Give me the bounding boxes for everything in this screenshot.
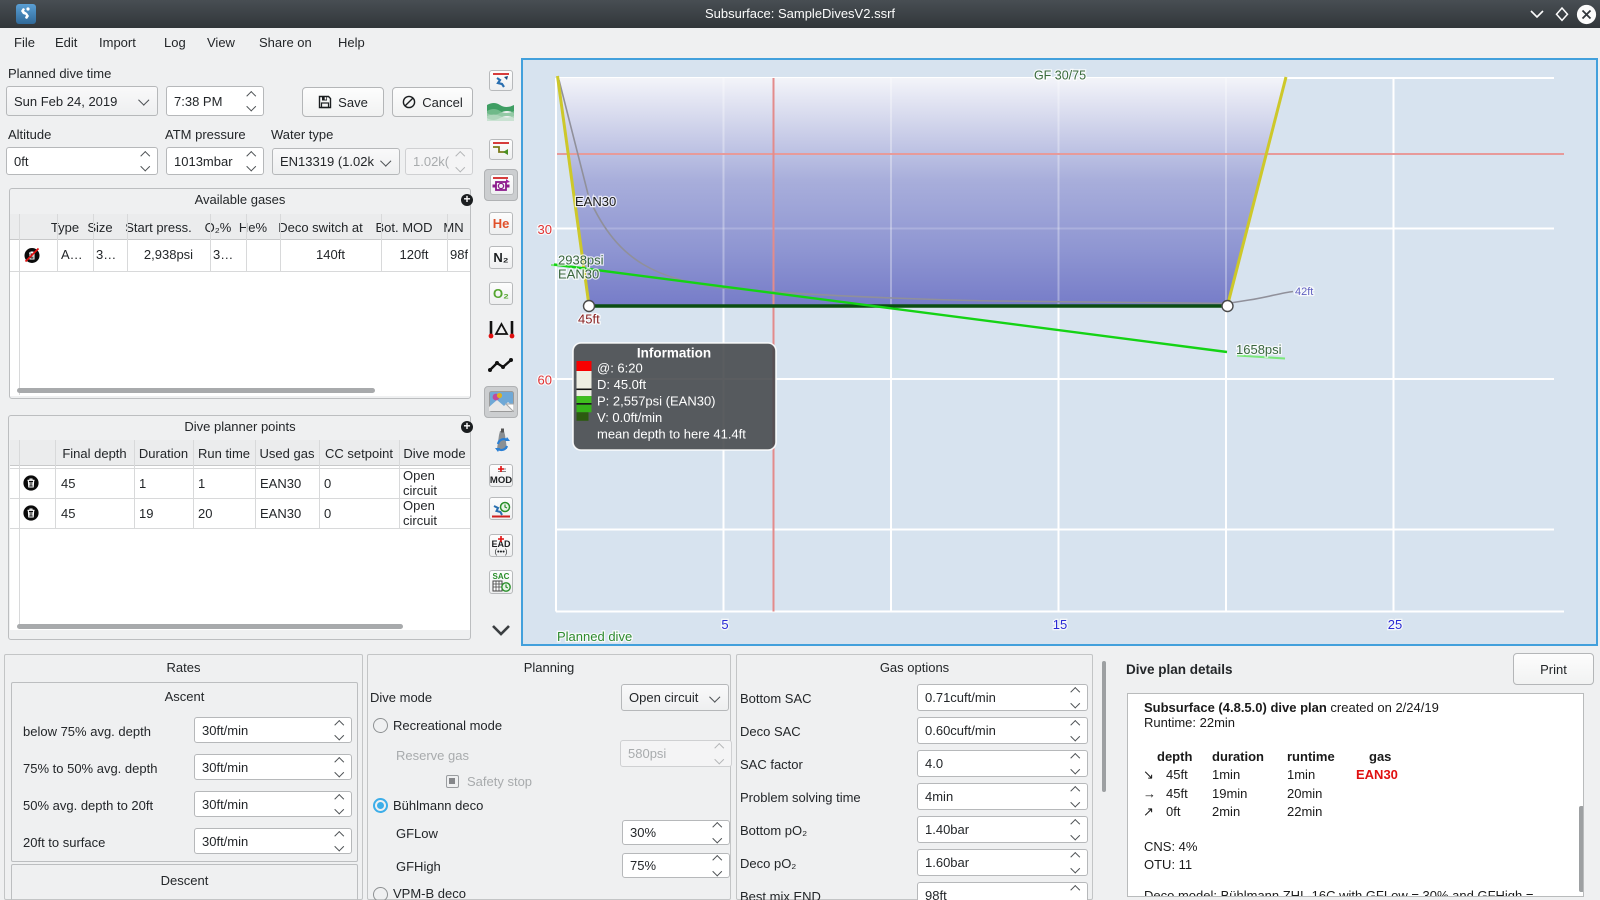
svg-text:2938psi: 2938psi bbox=[558, 253, 604, 268]
svg-text:mean depth to here 41.4ft: mean depth to here 41.4ft bbox=[597, 427, 746, 442]
svg-text:GF 30/75: GF 30/75 bbox=[1034, 69, 1086, 83]
svg-text:D: 45.0ft: D: 45.0ft bbox=[597, 377, 647, 392]
svg-text:V: 0.0ft/min: V: 0.0ft/min bbox=[597, 410, 662, 425]
svg-text:42ft: 42ft bbox=[1295, 286, 1313, 298]
svg-text:Planned dive: Planned dive bbox=[557, 629, 632, 644]
svg-text:1658psi: 1658psi bbox=[1236, 342, 1282, 357]
svg-text:Information: Information bbox=[637, 346, 711, 361]
svg-text:EAN30: EAN30 bbox=[558, 267, 599, 282]
svg-text:EAN30: EAN30 bbox=[575, 194, 616, 209]
svg-text:45ft: 45ft bbox=[578, 312, 600, 327]
svg-text:30: 30 bbox=[538, 222, 552, 237]
svg-text:SAC: SAC bbox=[493, 572, 510, 581]
svg-text:MOD: MOD bbox=[490, 475, 512, 486]
svg-text:5: 5 bbox=[721, 617, 728, 632]
svg-text:15: 15 bbox=[1053, 617, 1067, 632]
svg-text:60: 60 bbox=[538, 373, 552, 388]
svg-text:(•••): (•••) bbox=[495, 547, 508, 556]
svg-text:P: 2,557psi (EAN30): P: 2,557psi (EAN30) bbox=[597, 394, 716, 409]
svg-text:@: 6:20: @: 6:20 bbox=[597, 361, 643, 376]
svg-text:25: 25 bbox=[1388, 617, 1402, 632]
